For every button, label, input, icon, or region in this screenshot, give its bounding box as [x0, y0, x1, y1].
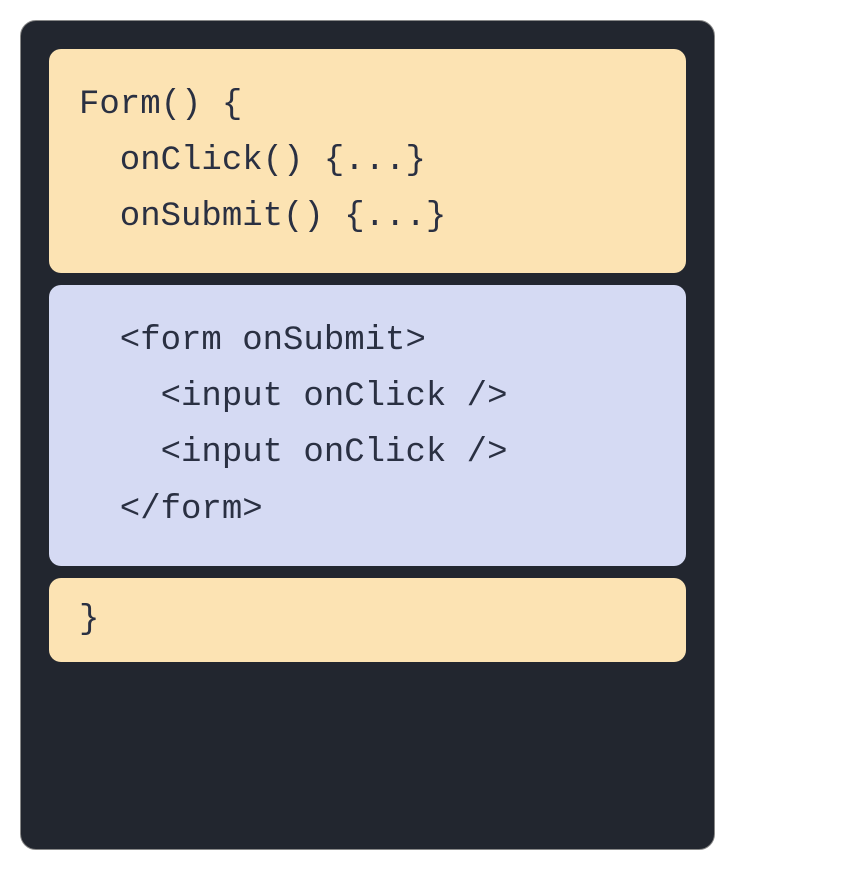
diagram-container: Form() { onClick() {...} onSubmit() {...… — [20, 20, 715, 850]
code-line: } — [79, 592, 656, 648]
code-line: <form onSubmit> — [79, 313, 656, 369]
function-footer-block: } — [49, 578, 686, 662]
function-header-block: Form() { onClick() {...} onSubmit() {...… — [49, 49, 686, 273]
code-line: <input onClick /> — [79, 425, 656, 481]
code-line: onSubmit() {...} — [79, 189, 656, 245]
code-line: </form> — [79, 482, 656, 538]
jsx-block: <form onSubmit> <input onClick /> <input… — [49, 285, 686, 565]
code-line: Form() { — [79, 77, 656, 133]
code-line: <input onClick /> — [79, 369, 656, 425]
code-line: onClick() {...} — [79, 133, 656, 189]
